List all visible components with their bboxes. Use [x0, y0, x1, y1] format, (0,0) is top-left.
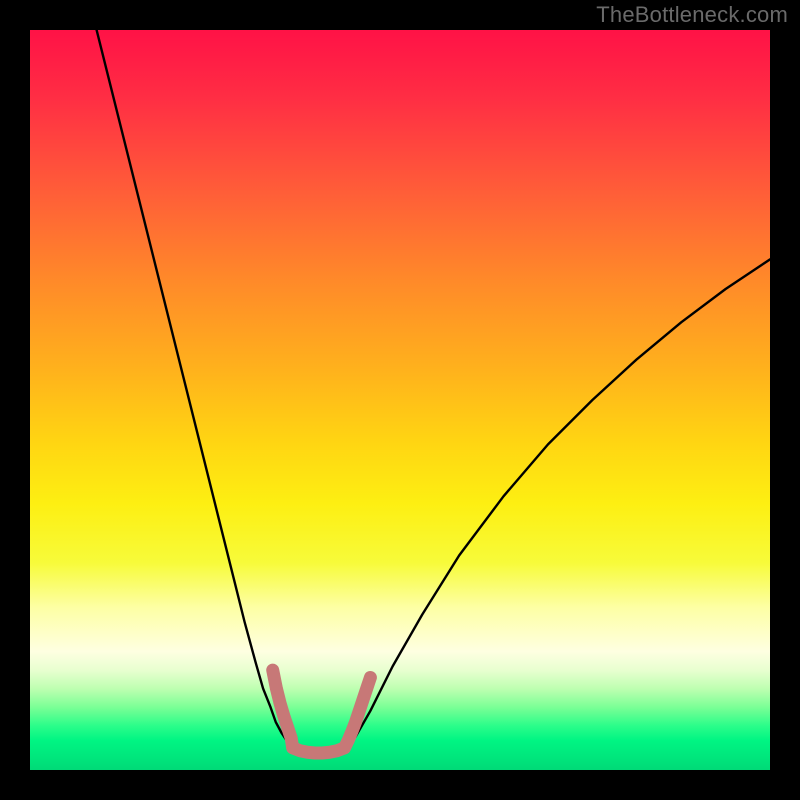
pink-overlay-right [345, 678, 371, 748]
plot-area [30, 30, 770, 770]
watermark-text: TheBottleneck.com [596, 2, 788, 28]
right-curve [345, 259, 771, 750]
curve-layer [30, 30, 770, 770]
left-curve [97, 30, 293, 752]
chart-frame: TheBottleneck.com [0, 0, 800, 800]
pink-overlay-floor [293, 748, 345, 753]
